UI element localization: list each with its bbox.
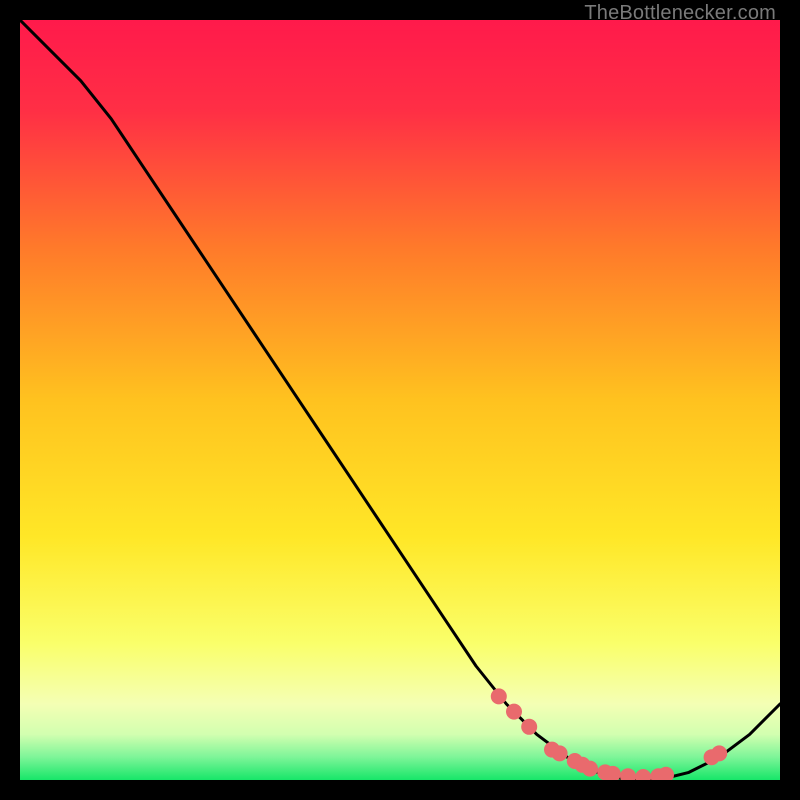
highlight-point — [491, 688, 507, 704]
highlight-point — [506, 704, 522, 720]
watermark-text: TheBottlenecker.com — [584, 2, 776, 25]
chart-frame — [20, 20, 780, 780]
gradient-background — [20, 20, 780, 780]
highlight-point — [582, 761, 598, 777]
bottleneck-chart — [20, 20, 780, 780]
highlight-point — [521, 719, 537, 735]
highlight-point — [552, 745, 568, 761]
highlight-point — [711, 745, 727, 761]
